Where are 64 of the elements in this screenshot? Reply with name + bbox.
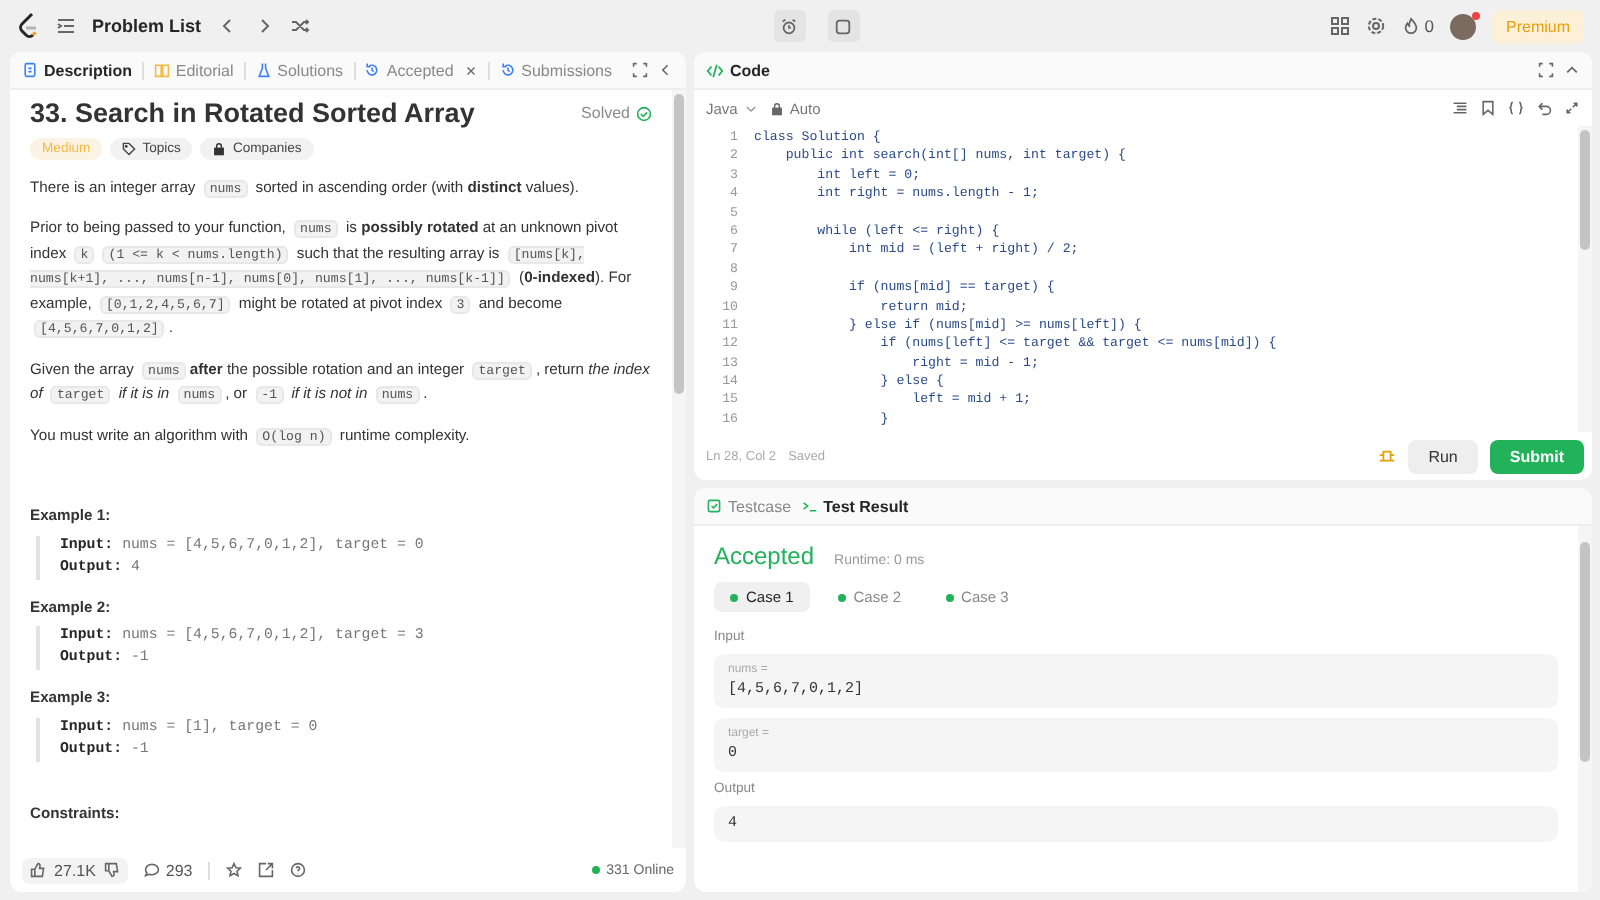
panel-tab[interactable]: Testcase xyxy=(706,497,792,515)
flask-icon xyxy=(255,62,272,78)
undo-icon[interactable] xyxy=(1536,100,1552,116)
close-icon[interactable] xyxy=(463,63,478,77)
scrollbar[interactable] xyxy=(1578,526,1592,892)
streak-count: 0 xyxy=(1424,16,1434,36)
scrollbar[interactable] xyxy=(672,90,686,848)
document-icon xyxy=(22,62,38,78)
comment-count: 293 xyxy=(165,861,193,879)
note-icon[interactable] xyxy=(834,17,853,35)
alarm-clock-icon[interactable] xyxy=(780,17,799,35)
panel-tab[interactable]: Solutions xyxy=(255,61,344,79)
help-icon[interactable] xyxy=(290,862,307,878)
star-icon[interactable] xyxy=(226,862,243,878)
panel-tab[interactable]: Accepted xyxy=(364,61,454,79)
submit-button[interactable]: Submit xyxy=(1489,439,1584,473)
history-icon xyxy=(499,62,516,78)
settings-icon[interactable] xyxy=(1366,16,1387,36)
format-icon[interactable] xyxy=(1452,100,1468,116)
logo-icon[interactable] xyxy=(16,12,40,40)
layout-icon[interactable] xyxy=(1330,16,1351,36)
list-icon[interactable] xyxy=(56,16,76,36)
code-icon xyxy=(706,61,724,79)
panel-tab[interactable]: Editorial xyxy=(153,61,234,79)
online-dot xyxy=(592,866,601,874)
notification-dot xyxy=(1472,11,1480,19)
book-icon xyxy=(153,62,170,78)
panel-tab[interactable]: Test Result xyxy=(801,497,909,515)
solved-label: Solved xyxy=(581,102,630,125)
shuffle-icon[interactable] xyxy=(289,16,310,36)
run-button[interactable]: Run xyxy=(1408,439,1478,473)
history-icon xyxy=(364,62,381,78)
alarm-clock-button[interactable] xyxy=(773,10,806,42)
scrollbar[interactable] xyxy=(1578,126,1592,432)
bookmark-icon[interactable] xyxy=(1480,100,1496,116)
chevron-down-icon xyxy=(743,101,758,115)
thumbs-up-icon[interactable] xyxy=(30,862,46,878)
like-button[interactable]: 27.1K xyxy=(22,857,128,883)
terminal-icon xyxy=(801,498,818,514)
braces-icon[interactable] xyxy=(1508,100,1524,116)
check-circle-icon xyxy=(636,105,652,122)
note-button[interactable] xyxy=(827,10,860,42)
verdict-label: Accepted xyxy=(714,542,815,570)
chevron-up-icon[interactable] xyxy=(1564,62,1580,78)
avatar[interactable] xyxy=(1450,13,1476,39)
lock-icon xyxy=(769,101,784,115)
problem-list-link[interactable]: Problem List xyxy=(92,16,202,36)
like-count: 27.1K xyxy=(54,861,96,879)
problem-title: 33. Search in Rotated Sorted Array xyxy=(30,102,477,125)
share-icon[interactable] xyxy=(258,862,275,878)
expand-icon[interactable] xyxy=(1564,100,1580,116)
premium-button[interactable]: Premium xyxy=(1492,9,1585,43)
thumbs-down-icon[interactable] xyxy=(103,862,120,878)
collapse-icon[interactable] xyxy=(658,62,674,78)
flame-icon[interactable] xyxy=(1402,16,1421,36)
comment-icon[interactable] xyxy=(143,862,160,878)
lock-icon xyxy=(212,141,227,155)
panel-tab[interactable]: Description xyxy=(22,61,133,79)
fullscreen-icon[interactable] xyxy=(632,62,648,78)
tag-icon xyxy=(122,141,137,155)
code-panel-title: Code xyxy=(706,61,770,79)
checkbox-icon xyxy=(706,498,722,514)
fullscreen-icon[interactable] xyxy=(1538,62,1554,78)
panel-tab[interactable]: Submissions xyxy=(499,61,612,79)
